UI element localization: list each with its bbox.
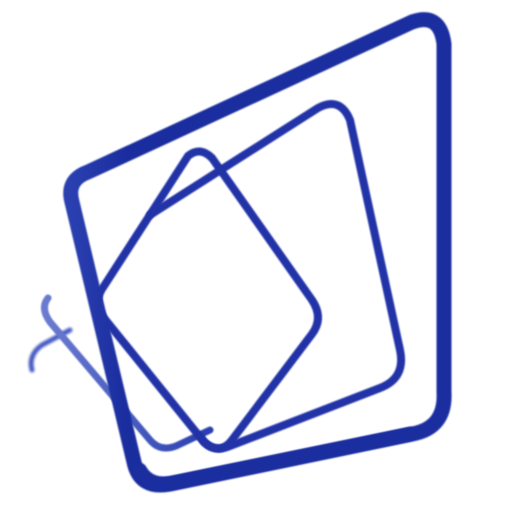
- stacked-cards-icon: [28, 12, 452, 493]
- card-middle-diamond: [94, 147, 322, 453]
- logo-canvas: [0, 0, 512, 512]
